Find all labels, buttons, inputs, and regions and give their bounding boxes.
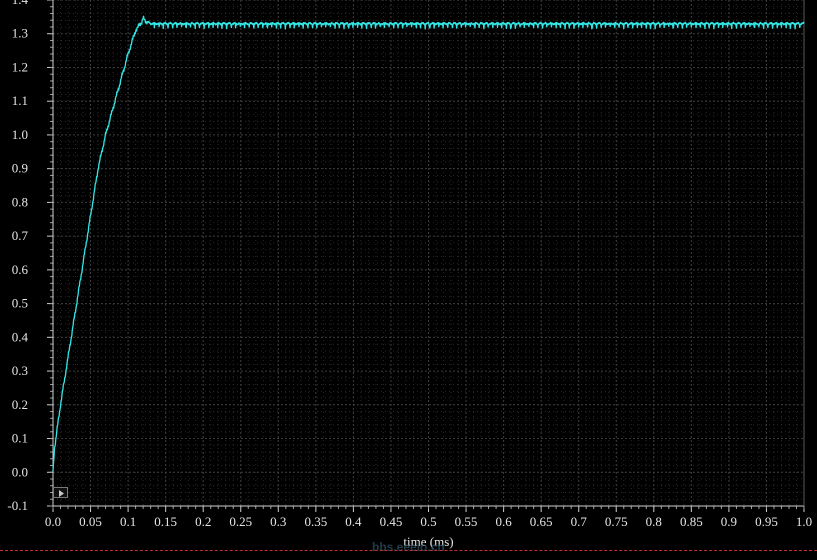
plot-area: 0.0 0.05 0.1 0.15 0.2 0.25 0.3 0.35 0.4 0.45 0.5 0.…	[7, 0, 812, 549]
x-tick-label: 0.85	[680, 514, 703, 529]
x-tick-label: 0.65	[530, 514, 553, 529]
y-tick-label: 1.4	[12, 0, 29, 7]
x-tick-label: 0.6	[495, 514, 512, 529]
y-tick-label: 1.1	[12, 93, 28, 108]
bottom-divider	[0, 550, 817, 551]
x-tick-label: 0.55	[455, 514, 478, 529]
x-tick-label: 0.75	[605, 514, 628, 529]
y-tick-label: 0.6	[12, 262, 29, 277]
x-tick-label: 0.0	[45, 514, 61, 529]
play-icon	[59, 490, 64, 497]
x-tick-label: 0.45	[380, 514, 403, 529]
y-tick-label: -0.1	[7, 498, 28, 513]
y-tick-label: 0.2	[12, 397, 28, 412]
x-tick-label: 0.25	[229, 514, 252, 529]
y-tick-label: 0.0	[12, 464, 28, 479]
y-tick-label: 0.9	[12, 161, 28, 176]
x-tick-label: 0.5	[420, 514, 436, 529]
watermark: bbs.eeeio.cn	[372, 540, 445, 554]
y-tick-label: 0.8	[12, 194, 28, 209]
x-tick-label: 1.0	[796, 514, 812, 529]
x-tick-label: 0.7	[571, 514, 588, 529]
y-tick-label: 0.4	[12, 329, 29, 344]
y-tick-label: 0.7	[12, 228, 29, 243]
y-tick-label: 0.1	[12, 431, 28, 446]
x-tick-label: 0.15	[154, 514, 177, 529]
x-tick-label: 0.9	[721, 514, 737, 529]
x-tick-label: 0.95	[755, 514, 778, 529]
y-tick-label: 1.0	[12, 127, 28, 142]
x-tick-label: 0.05	[79, 514, 102, 529]
y-tick-label: 0.5	[12, 296, 28, 311]
y-tick-label: 0.3	[12, 363, 28, 378]
x-tick-label: 0.8	[646, 514, 662, 529]
y-tick-label: 1.3	[12, 26, 28, 41]
x-tick-label: 0.4	[345, 514, 362, 529]
x-tick-label: 0.2	[195, 514, 211, 529]
play-button[interactable]	[53, 487, 68, 498]
x-tick-label: 0.35	[304, 514, 327, 529]
y-tick-label: 1.2	[12, 59, 28, 74]
x-tick-label: 0.3	[270, 514, 286, 529]
x-tick-label: 0.1	[120, 514, 136, 529]
